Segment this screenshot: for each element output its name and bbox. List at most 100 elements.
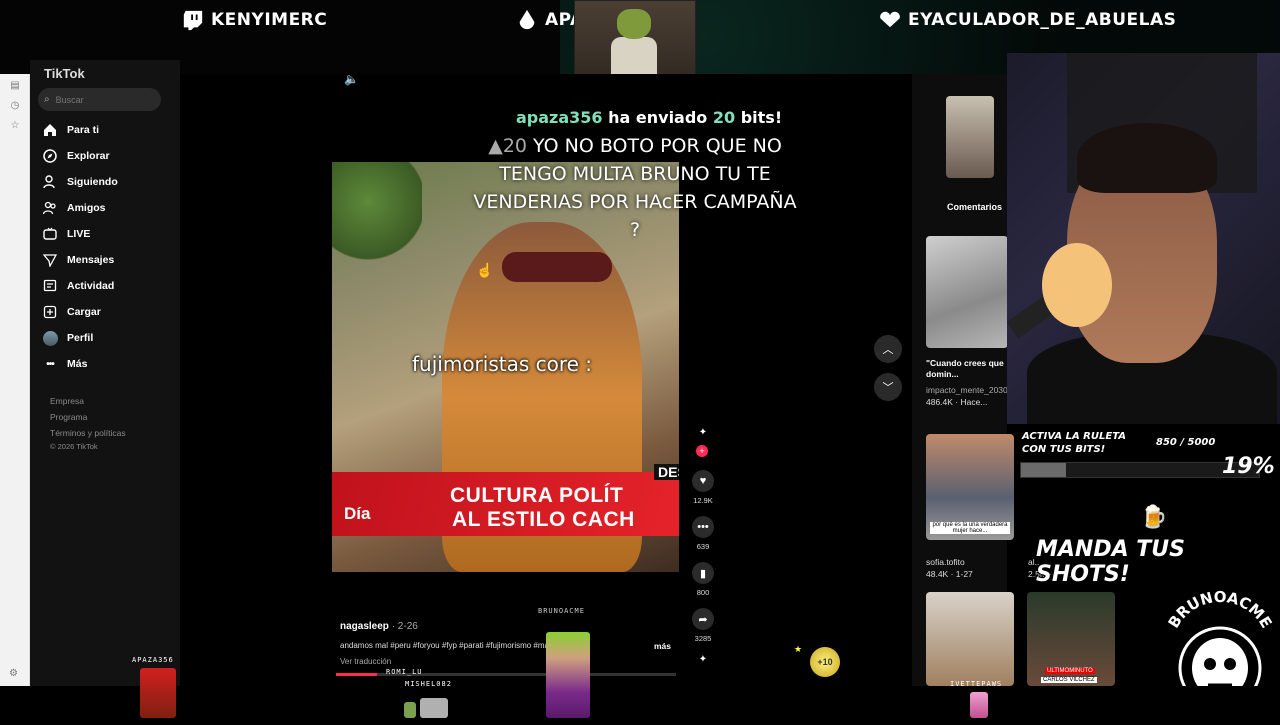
nav-item-explorar[interactable]: Explorar — [42, 147, 110, 165]
live-icon — [42, 226, 58, 242]
prev-video-button[interactable]: ︿ — [874, 335, 902, 363]
heart-icon: ♥ — [692, 470, 714, 492]
banner-streamer-1: KENYIMERC — [181, 8, 327, 32]
nav-item-mensajes[interactable]: Mensajes — [42, 251, 114, 269]
favorites-icon[interactable]: ☆ — [9, 120, 21, 132]
drop-icon — [515, 8, 539, 32]
sprite-name-ivette: IVETTEPAWS — [950, 680, 1003, 688]
translate-link[interactable]: Ver traducción — [340, 657, 391, 666]
nav-item-cargar[interactable]: Cargar — [42, 303, 101, 321]
rec-1-title-text: "Cuando crees que domin... — [926, 358, 1004, 379]
nav-item-para-ti[interactable]: Para ti — [42, 121, 99, 139]
volume-icon[interactable]: 🔈 — [344, 72, 359, 86]
more-icon: ••• — [46, 358, 55, 370]
nav-label: LIVE — [67, 228, 91, 240]
sound-disc-button[interactable]: ✦ — [691, 654, 715, 665]
alert-amount: 20 — [712, 108, 736, 127]
history-icon[interactable]: ◷ — [9, 100, 21, 112]
bookmark-icon[interactable]: ▤ — [9, 80, 21, 92]
nav-label: Para ti — [67, 124, 100, 136]
profile-avatar — [42, 330, 58, 346]
nav-label: Más — [67, 358, 88, 370]
recommended-video-4[interactable] — [926, 592, 1014, 686]
sprite-romi — [404, 702, 416, 718]
nav-item-mas[interactable]: ••• Más — [42, 355, 87, 373]
video-person-glasses — [502, 252, 612, 282]
footer-link-empresa[interactable]: Empresa — [50, 396, 84, 406]
alert-suffix: bits! — [740, 108, 783, 127]
search-icon: ⌕ — [44, 94, 50, 105]
rec-2-stats: 48.4K · 1-27 — [926, 569, 973, 579]
follow-plus-icon[interactable]: + — [696, 445, 708, 457]
rec-2-user[interactable]: sofia.tofito — [926, 557, 965, 567]
nav-item-perfil[interactable]: Perfil — [42, 329, 93, 347]
sprite-name-mishel: MISHEL082 — [405, 680, 452, 688]
bits-alert-message: ▲20 YO NO BOTO POR QUE NO TENGO MULTA BR… — [470, 132, 800, 244]
settings-gear-icon[interactable]: ⚙ — [9, 668, 18, 679]
tiktok-logo[interactable]: TikTok — [44, 66, 85, 81]
chevron-down-icon: ﹀ — [882, 382, 894, 394]
chat-sprite-strip — [0, 686, 1280, 720]
recommended-video-5[interactable]: ULTIMOMINUTO CARLOS VILCHEZ — [1027, 592, 1115, 686]
progress-fill — [336, 673, 377, 676]
thumb-figure-head — [617, 9, 651, 39]
nav-item-live[interactable]: LIVE — [42, 225, 90, 243]
share-button[interactable]: ➦ 3285 — [691, 608, 715, 643]
brand-text: BRUNOACME — [1165, 588, 1276, 631]
comment-count: 639 — [696, 542, 710, 551]
friends-icon — [42, 200, 58, 216]
sprite-broly — [546, 632, 590, 718]
nav-label: Cargar — [67, 306, 101, 318]
footer-copyright: © 2026 TikTok — [50, 442, 98, 451]
creator-avatar-button[interactable]: ✦ — [691, 427, 715, 438]
like-count: 12.9K — [693, 496, 713, 505]
beer-icon: 🍺 — [1140, 504, 1168, 529]
footer-link-programa[interactable]: Programa — [50, 412, 87, 422]
nav-item-actividad[interactable]: Actividad — [42, 277, 114, 295]
sound-disc-icon: ✦ — [698, 654, 708, 665]
video-description: andamos mal #peru #foryou #fyp #parati #… — [340, 641, 565, 650]
search-input[interactable] — [55, 94, 146, 105]
save-button[interactable]: ▮ 800 — [691, 562, 715, 597]
nav-label: Explorar — [67, 150, 110, 162]
browser-side-strip: ▤ ◷ ☆ — [0, 74, 30, 686]
bits-goal-count: 850 / 5000 — [1156, 437, 1216, 448]
alert-bits-badge: 20 — [502, 135, 527, 157]
shots-banner: MANDA TUS SHOTS! — [1036, 537, 1185, 587]
like-button[interactable]: ♥ 12.9K — [691, 470, 715, 505]
home-icon — [42, 122, 58, 138]
footer-link-terminos[interactable]: Términos y políticas — [50, 428, 126, 438]
comment-button[interactable]: ••• 639 — [691, 516, 715, 551]
nav-label: Perfil — [67, 332, 94, 344]
search-box[interactable]: ⌕ — [38, 88, 161, 111]
following-icon — [42, 174, 58, 190]
twitch-icon — [181, 8, 205, 32]
recommended-video-2[interactable]: por qué es la una verdadera mujer hace..… — [926, 434, 1014, 540]
creator-thumbnail[interactable] — [946, 96, 994, 178]
nav-item-amigos[interactable]: Amigos — [42, 199, 106, 217]
rec-1-stats: 486.4K · Hace... — [926, 397, 988, 407]
next-video-button[interactable]: ﹀ — [874, 373, 902, 401]
rec-1-user[interactable]: impacto_mente_2030 — [926, 385, 1008, 395]
sprite-name-apaza: APAZA356 — [132, 656, 174, 664]
nav-label: Actividad — [67, 280, 115, 292]
video-author[interactable]: nagasleep · 2-26 — [340, 621, 418, 632]
share-count: 3285 — [694, 634, 712, 643]
bits-goal-fill — [1021, 463, 1067, 477]
nav-label: Siguiendo — [67, 176, 118, 188]
mouse-cursor: ☝ — [476, 262, 494, 278]
sprite-apaza — [140, 668, 176, 718]
sprite-ivette — [970, 692, 988, 718]
rec-1-title[interactable]: "Cuando crees que domin... — [926, 358, 1008, 380]
show-more-link[interactable]: más — [654, 641, 671, 651]
bookmark-icon: ▮ — [692, 562, 714, 584]
microphone-foam — [1042, 243, 1112, 327]
recommended-video-1[interactable] — [926, 236, 1008, 348]
lower-third-line-1: CULTURA POLÍT — [450, 484, 624, 507]
lower-third-corner: DES — [654, 464, 679, 480]
nav-item-siguiendo[interactable]: Siguiendo — [42, 173, 118, 191]
webcam-hair — [1077, 123, 1217, 193]
author-name: nagasleep — [340, 621, 389, 632]
messages-icon — [42, 252, 58, 268]
comments-tab[interactable]: Comentarios — [947, 202, 1002, 212]
